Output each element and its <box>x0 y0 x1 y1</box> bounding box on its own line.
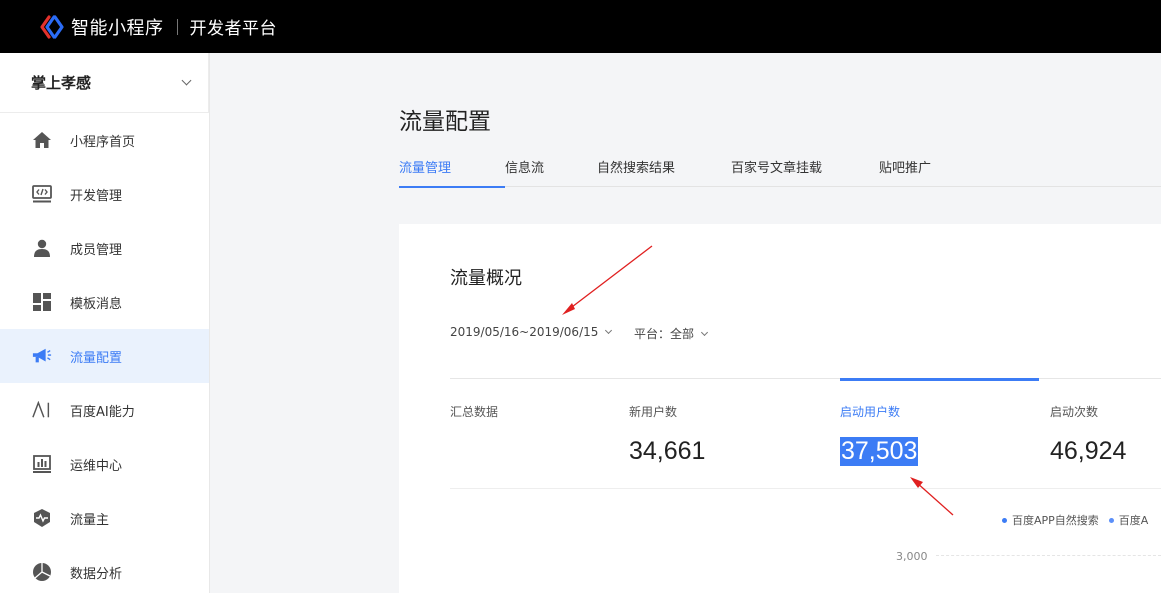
sidebar-item-label: 运维中心 <box>70 458 123 474</box>
stat-label: 汇总数据 <box>450 405 499 419</box>
tab-baijiahao[interactable]: 百家号文章挂载 <box>731 157 879 187</box>
brand-name[interactable]: 智能小程序 <box>71 14 164 40</box>
top-bar: 智能小程序 开发者平台 <box>0 0 1161 53</box>
sidebar-item-label: 数据分析 <box>70 566 123 582</box>
section-title: 流量概况 <box>450 268 522 289</box>
stats-divider <box>450 488 1161 489</box>
sidebar-item-label: 模板消息 <box>70 296 123 312</box>
sidebar-item-analytics[interactable]: 数据分析 <box>0 545 209 593</box>
tab-feed[interactable]: 信息流 <box>505 157 597 187</box>
stat-value: 34,661 <box>629 437 706 465</box>
legend-item[interactable]: 百度APP自然搜索 <box>1002 512 1099 528</box>
sidebar-item-home[interactable]: 小程序首页 <box>0 113 209 167</box>
megaphone-icon <box>32 346 52 366</box>
page-title: 流量配置 <box>399 109 491 135</box>
legend-label: 百度A <box>1118 514 1149 527</box>
brand-divider <box>176 18 178 35</box>
date-range-picker[interactable]: 2019/05/16~2019/06/15 <box>450 325 613 339</box>
legend-dot-icon <box>1002 517 1007 523</box>
tab-tieba[interactable]: 贴吧推广 <box>879 157 959 187</box>
tab-label: 自然搜索结果 <box>597 161 676 176</box>
chevron-down-icon <box>700 328 709 336</box>
sidebar-item-label: 流量主 <box>70 512 110 528</box>
home-icon <box>32 130 52 150</box>
sidebar-item-dev[interactable]: 开发管理 <box>0 167 209 221</box>
baidu-smart-program-logo-icon <box>39 14 65 39</box>
pie-chart-icon <box>32 562 52 582</box>
stat-new-users[interactable]: 新用户数 34,661 <box>629 403 705 466</box>
platform-filter-value: 平台：全部 <box>634 327 695 341</box>
sidebar-item-traffic-owner[interactable]: 流量主 <box>0 491 209 545</box>
stat-value: 37,503 <box>840 437 919 466</box>
stat-launches[interactable]: 启动次数 46,924 <box>1050 403 1126 466</box>
sidebar-item-ai[interactable]: 百度AI能力 <box>0 383 209 437</box>
app-name: 掌上孝感 <box>31 74 92 92</box>
chevron-down-icon <box>181 75 192 86</box>
code-icon <box>32 184 52 204</box>
sidebar-item-label: 百度AI能力 <box>70 404 135 420</box>
chart-gridline <box>936 555 1161 556</box>
user-icon <box>32 238 52 258</box>
date-range-value: 2019/05/16~2019/06/15 <box>450 325 599 339</box>
chart-legend: 百度APP自然搜索 百度A <box>1002 512 1158 528</box>
legend-label: 百度APP自然搜索 <box>1012 514 1099 527</box>
chevron-down-icon <box>605 326 613 335</box>
tab-label: 流量管理 <box>399 161 452 176</box>
shield-pulse-icon <box>32 508 52 528</box>
tab-natural-search[interactable]: 自然搜索结果 <box>597 157 731 187</box>
active-stat-indicator <box>840 378 1039 381</box>
sidebar-item-label: 小程序首页 <box>70 134 136 150</box>
sidebar-item-label: 开发管理 <box>70 188 123 204</box>
app-selector[interactable]: 掌上孝感 <box>0 53 209 113</box>
legend-dot-icon <box>1108 517 1114 523</box>
tab-label: 贴吧推广 <box>879 161 932 176</box>
platform-filter[interactable]: 平台：全部 <box>634 325 709 342</box>
stat-active-users[interactable]: 启动用户数 37,503 <box>840 403 919 466</box>
stat-summary[interactable]: 汇总数据 <box>450 403 498 420</box>
sidebar-item-label: 成员管理 <box>70 242 123 258</box>
platform-name: 开发者平台 <box>189 19 277 39</box>
tab-bar: 流量管理 信息流 自然搜索结果 百家号文章挂载 贴吧推广 <box>399 157 1161 188</box>
stats-divider <box>450 378 1161 379</box>
sidebar-item-members[interactable]: 成员管理 <box>0 221 209 275</box>
traffic-overview-card: 流量概况 2019/05/16~2019/06/15 平台：全部 汇总数据 新用… <box>399 224 1161 593</box>
main-content: 流量配置 流量管理 信息流 自然搜索结果 百家号文章挂载 贴吧推广 流量概况 2… <box>210 53 1161 593</box>
sidebar: 掌上孝感 小程序首页 开发管理 成员管理 模板消息 流量配置 百度AI能力 运维… <box>0 53 210 593</box>
tab-label: 信息流 <box>505 161 545 176</box>
sidebar-item-traffic-config[interactable]: 流量配置 <box>0 329 209 383</box>
legend-item[interactable]: 百度A <box>1108 512 1149 528</box>
sidebar-item-ops[interactable]: 运维中心 <box>0 437 209 491</box>
ai-icon <box>32 400 52 420</box>
template-icon <box>32 292 52 312</box>
stat-label: 启动用户数 <box>840 405 901 419</box>
chart-bar-icon <box>32 454 52 474</box>
stat-label: 启动次数 <box>1050 405 1099 419</box>
stat-label: 新用户数 <box>629 405 678 419</box>
y-axis-tick: 3,000 <box>896 550 928 563</box>
tab-label: 百家号文章挂载 <box>731 161 823 176</box>
stat-value: 46,924 <box>1050 437 1127 465</box>
sidebar-item-template[interactable]: 模板消息 <box>0 275 209 329</box>
tab-traffic-management[interactable]: 流量管理 <box>399 157 505 188</box>
sidebar-item-label: 流量配置 <box>70 350 123 366</box>
